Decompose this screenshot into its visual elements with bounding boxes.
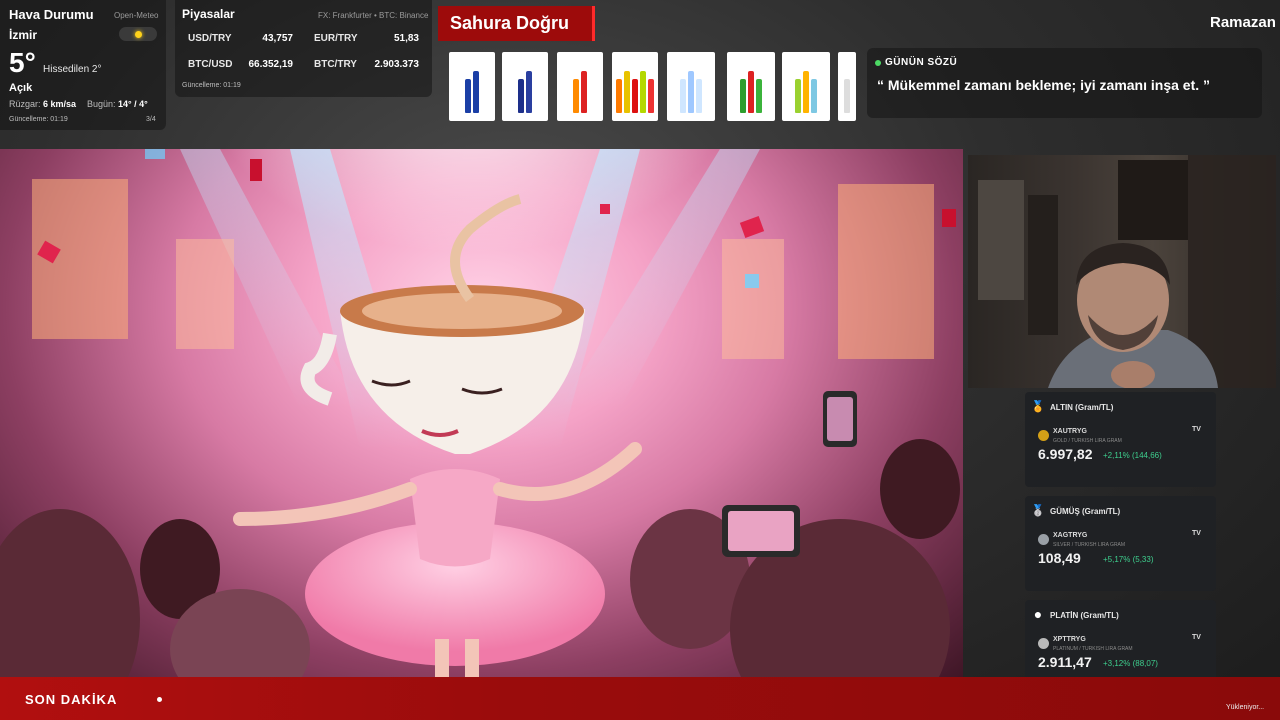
tradingview-logo-icon: TV [1192,530,1201,537]
metal-card[interactable]: 🥈 GÜMÜŞ (Gram/TL) XAGTRYG SILVER / TURKI… [1025,496,1216,591]
metal-symbol: XAUTRYG [1053,428,1087,435]
white-circle-icon: ● [1033,606,1043,622]
bottle-shape [795,79,801,113]
product-blue-cans [449,52,495,121]
metal-change: +2,11% (144,66) [1103,451,1162,460]
wind-value: 6 km/sa [43,99,77,109]
ticker-loading-text: Yükleniyor... [1226,704,1265,711]
coin-icon [1038,638,1049,649]
sahur-countdown-title: Sahura Doğru [438,6,595,41]
weather-temperature: 5° [9,47,36,78]
bottle-shape [518,79,524,113]
product-green-bottles [727,52,775,121]
metal-card[interactable]: 🏅 ALTIN (Gram/TL) XAUTRYG GOLD / TURKISH… [1025,392,1216,487]
today-label: Bugün: [87,99,116,109]
bottle-shape [473,71,479,113]
product-fruit-bottles [782,52,830,121]
silver-medal-icon: 🥈 [1031,504,1045,517]
rate-value: 43,757 [262,33,293,44]
weather-page-indicator: 3/4 [146,116,156,123]
metal-change: +5,17% (5,33) [1103,555,1154,564]
metal-name: GÜMÜŞ (Gram/TL) [1050,507,1121,516]
bottle-shape [526,71,532,113]
markets-title: Piyasalar [182,7,235,21]
metal-price: 6.997,82 [1038,446,1093,462]
metal-symbol: XPTTRYG [1053,636,1086,643]
quote-label: GÜNÜN SÖZÜ [885,57,958,68]
bottle-shape [844,79,850,113]
bottle-shape [696,79,702,113]
breaking-news-ticker: SON DAKİKA Yükleniyor... [0,677,1280,720]
rate-value: 2.903.373 [374,59,420,70]
coin-icon [1038,534,1049,545]
metal-description: SILVER / TURKISH LIRA GRAM [1053,542,1126,548]
weather-panel: Hava Durumu Open-Meteo İzmir 5° Hissedil… [0,0,166,130]
markets-panel: Piyasalar FX: Frankfurter • BTC: Binance… [175,0,432,97]
weather-city: İzmir [9,28,38,42]
quote-panel: GÜNÜN SÖZÜ “ Mükemmel zamanı bekleme; iy… [867,48,1262,118]
bottle-shape [465,79,471,113]
product-soda-set [612,52,658,121]
quote-text: “ Mükemmel zamanı bekleme; iyi zamanı in… [877,77,1211,93]
bottle-shape [756,79,762,113]
bottle-shape [640,71,646,113]
bottle-shape [740,79,746,113]
product-partial [838,52,856,121]
metal-name: ALTIN (Gram/TL) [1050,403,1114,412]
weather-condition-pill [119,27,157,41]
webcam-feed [968,155,1276,388]
sun-icon [134,30,142,38]
tradingview-logo-icon: TV [1192,426,1201,433]
coin-icon [1038,430,1049,441]
rate-label: BTC/USD [188,59,233,70]
weather-title: Hava Durumu [9,7,94,22]
metal-symbol: XAGTRYG [1053,532,1088,539]
metal-change: +3,12% (88,07) [1103,659,1158,668]
rate-label: USD/TRY [188,33,232,44]
bottle-shape [680,79,686,113]
main-scene-image [0,149,963,677]
rate-value: 66.352,19 [248,59,294,70]
metal-price: 2.911,47 [1038,654,1092,670]
weather-updated: Güncelleme: 01:19 [9,116,68,123]
markets-updated: Güncelleme: 01:19 [182,82,241,89]
webcam-person-image [978,155,1276,388]
ticker-separator-dot-icon [157,697,162,702]
product-blue-bottles [502,52,548,121]
metal-name: PLATİN (Gram/TL) [1050,611,1119,620]
bottle-shape [648,79,654,113]
live-dot-icon [875,60,881,66]
weather-wind: Rüzgar: 6 km/sa [9,99,76,109]
weather-condition: Açık [9,82,33,94]
metal-description: PLATINUM / TURKISH LIRA GRAM [1053,646,1133,652]
tradingview-logo-icon: TV [1192,634,1201,641]
bottle-shape [632,79,638,113]
ramazan-header: Ramazan [1210,14,1276,31]
today-value: 14° / 4° [118,99,148,109]
weather-feels-like: Hissedilen 2° [43,64,102,75]
wind-label: Rüzgar: [9,99,41,109]
metal-description: GOLD / TURKISH LIRA GRAM [1053,438,1122,444]
bottle-shape [748,71,754,113]
weather-today: Bugün: 14° / 4° [87,99,148,109]
bottle-shape [811,79,817,113]
coffee-ballerina-illustration [0,149,960,677]
bottle-shape [573,79,579,113]
breaking-news-label: SON DAKİKA [25,692,118,707]
rate-label: BTC/TRY [314,59,357,70]
bottle-shape [581,71,587,113]
bottle-shape [803,71,809,113]
markets-source: FX: Frankfurter • BTC: Binance [318,11,429,20]
bottle-shape [688,71,694,113]
metal-price: 108,49 [1038,550,1081,566]
medal-icon: 🏅 [1031,400,1045,413]
bottle-shape [616,79,622,113]
product-water-bottles [667,52,715,121]
bottle-shape [624,71,630,113]
rate-value: 51,83 [393,33,419,44]
product-orange-bottles [557,52,603,121]
rate-label: EUR/TRY [314,33,358,44]
weather-source: Open-Meteo [114,11,159,20]
